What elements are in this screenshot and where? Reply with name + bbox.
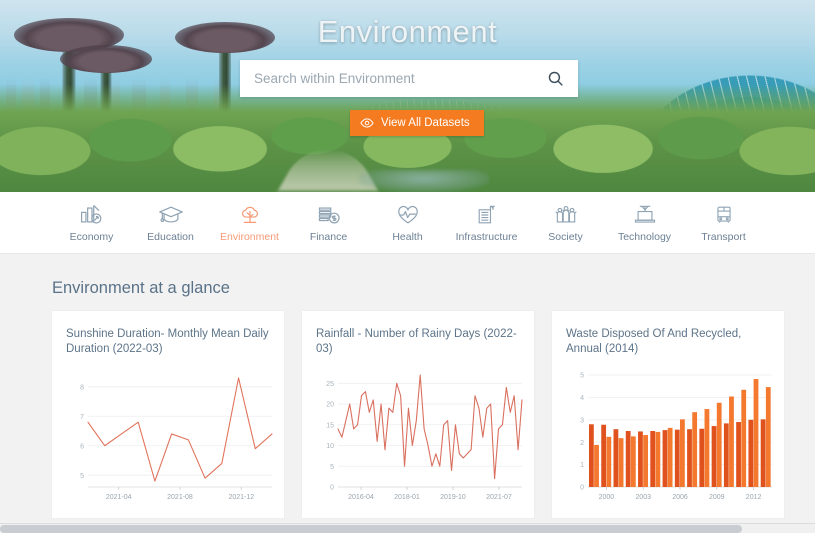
nav-label-infrastructure: Infrastructure — [455, 231, 518, 243]
nav-item-environment[interactable]: Environment — [210, 202, 289, 243]
svg-text:2021-07: 2021-07 — [486, 494, 512, 501]
nav-label-health: Health — [392, 231, 423, 243]
page-title: Environment — [317, 14, 498, 49]
nav-item-technology[interactable]: Technology — [605, 202, 684, 243]
main-content: Environment at a glance Sunshine Duratio… — [0, 254, 815, 518]
laptop-icon — [634, 205, 655, 223]
svg-text:5: 5 — [580, 373, 584, 380]
svg-text:2018-01: 2018-01 — [394, 494, 420, 501]
bus-icon — [716, 206, 731, 223]
svg-text:15: 15 — [326, 422, 334, 429]
graduation-cap-icon — [158, 206, 183, 223]
svg-text:6: 6 — [80, 443, 84, 450]
svg-text:0: 0 — [580, 485, 584, 492]
svg-text:1: 1 — [580, 462, 584, 469]
nav-item-transport[interactable]: Transport — [684, 202, 763, 243]
tree-icon — [241, 206, 258, 223]
nav-item-economy[interactable]: Economy — [52, 202, 131, 243]
heart-pulse-icon — [397, 205, 418, 224]
svg-text:2021-04: 2021-04 — [106, 494, 132, 501]
card-title: Sunshine Duration- Monthly Mean Daily Du… — [66, 328, 269, 355]
svg-text:5: 5 — [330, 464, 334, 471]
nav-label-technology: Technology — [617, 231, 672, 243]
search-bar[interactable] — [240, 60, 578, 97]
svg-text:2019-10: 2019-10 — [440, 494, 466, 501]
nav-label-transport: Transport — [701, 231, 746, 243]
svg-text:10: 10 — [326, 443, 334, 450]
section-title: Environment at a glance — [52, 279, 230, 297]
svg-text:25: 25 — [326, 381, 334, 388]
chart-sunshine-duration: 5 6 7 8 2021-04 2021-08 2021-12 — [62, 367, 276, 507]
svg-text:2016-04: 2016-04 — [348, 494, 374, 501]
dataset-card-waste-disposed-recycled[interactable]: Waste Disposed Of And Recycled, Annual (… — [552, 311, 784, 518]
svg-text:0: 0 — [330, 485, 334, 492]
chart-rainfall-rainy-days: 0 5 10 15 20 25 2016-04 2018-01 2019-10 2021-07 — [312, 367, 526, 507]
svg-text:5: 5 — [80, 473, 84, 480]
svg-text:7: 7 — [80, 414, 84, 421]
horizontal-scrollbar[interactable] — [0, 523, 815, 533]
svg-text:2021-08: 2021-08 — [167, 494, 193, 501]
view-all-datasets-label: View All Datasets — [381, 117, 470, 129]
nav-item-health[interactable]: Health — [368, 202, 447, 243]
card-title: Waste Disposed Of And Recycled, Annual (… — [566, 328, 742, 355]
view-all-datasets-button[interactable]: View All Datasets — [350, 110, 484, 136]
svg-text:8: 8 — [80, 384, 84, 391]
dataset-card-sunshine-duration[interactable]: Sunshine Duration- Monthly Mean Daily Du… — [52, 311, 284, 518]
svg-text:2021-12: 2021-12 — [228, 494, 254, 501]
svg-text:2003: 2003 — [635, 494, 651, 501]
nav-label-economy: Economy — [69, 231, 114, 243]
nav-label-education: Education — [147, 231, 194, 243]
svg-text:2009: 2009 — [709, 494, 725, 501]
category-nav: Economy Education Environment Finance He… — [0, 192, 815, 254]
coins-dollar-icon — [318, 207, 340, 224]
people-group-icon — [554, 206, 577, 223]
svg-text:20: 20 — [326, 402, 334, 409]
nav-label-environment: Environment — [220, 231, 279, 243]
page-root: Environment View All Datasets — [0, 0, 815, 533]
svg-text:2: 2 — [580, 440, 584, 447]
nav-item-education[interactable]: Education — [131, 202, 210, 243]
card-title: Rainfall - Number of Rainy Days (2022-03… — [316, 328, 517, 355]
svg-text:2012: 2012 — [746, 494, 762, 501]
svg-text:2006: 2006 — [672, 494, 688, 501]
pond-graphic — [358, 170, 489, 192]
dataset-card-list: Sunshine Duration- Monthly Mean Daily Du… — [0, 311, 815, 518]
bar-chart-arrow-icon — [80, 205, 101, 224]
eye-icon — [360, 118, 374, 128]
nav-item-infrastructure[interactable]: Infrastructure — [447, 202, 526, 243]
chart-waste-disposed-recycled: 0 1 2 3 4 5 2000 2003 2006 2009 2012 — [562, 367, 776, 507]
dataset-card-rainfall-rainy-days[interactable]: Rainfall - Number of Rainy Days (2022-03… — [302, 311, 534, 518]
svg-text:3: 3 — [580, 417, 584, 424]
nav-item-finance[interactable]: Finance — [289, 202, 368, 243]
hero-banner: Environment View All Datasets — [0, 0, 815, 192]
search-input[interactable] — [254, 71, 547, 86]
nav-item-society[interactable]: Society — [526, 202, 605, 243]
svg-text:4: 4 — [580, 395, 584, 402]
nav-label-finance: Finance — [309, 231, 348, 243]
svg-text:2000: 2000 — [599, 494, 615, 501]
building-crane-icon — [478, 205, 495, 224]
scrollbar-thumb[interactable] — [0, 525, 742, 533]
nav-label-society: Society — [548, 231, 583, 243]
search-icon[interactable] — [547, 70, 564, 87]
